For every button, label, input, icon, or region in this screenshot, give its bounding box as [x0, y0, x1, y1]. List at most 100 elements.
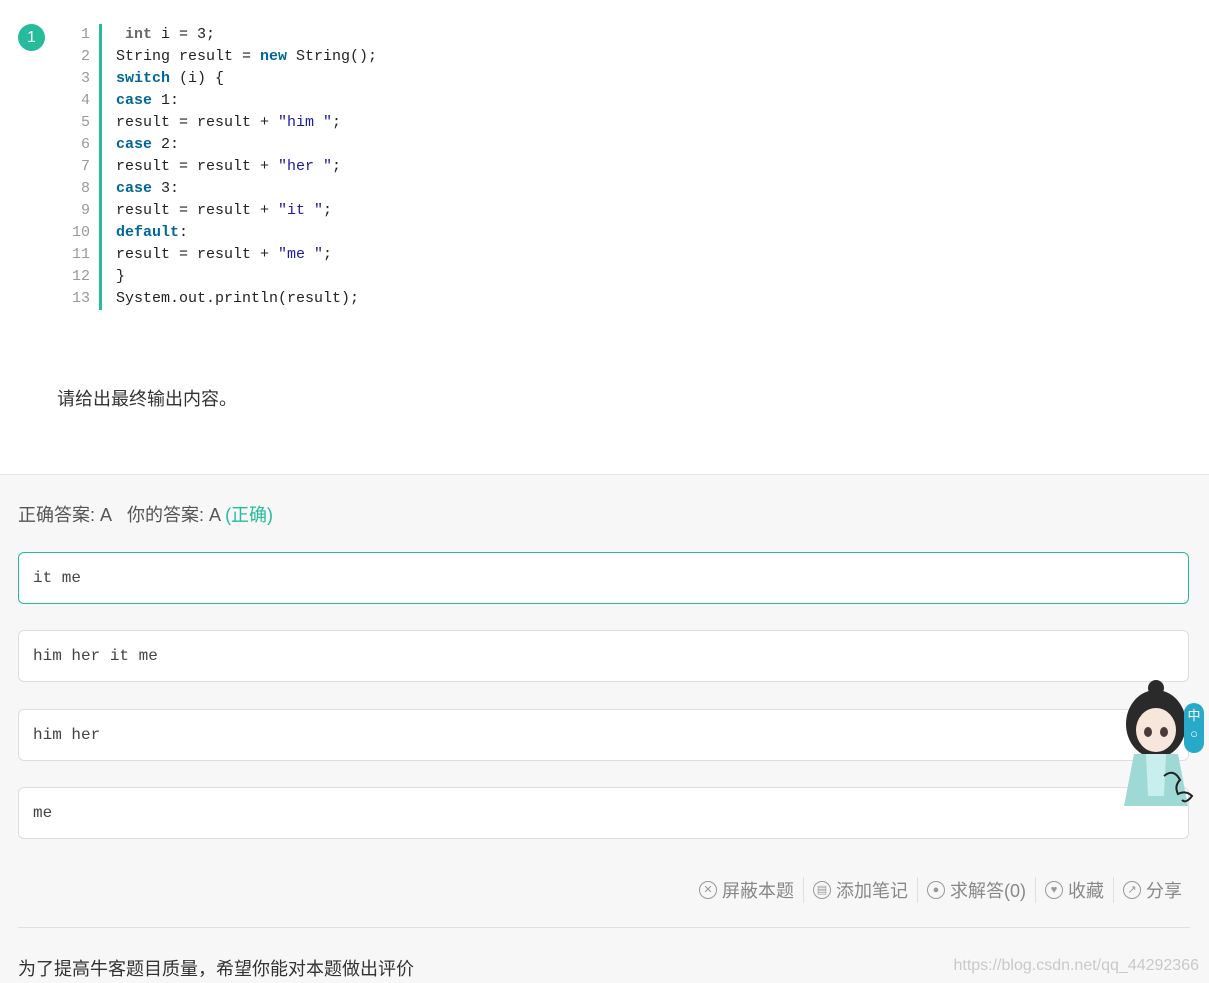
evaluation-prompt: 为了提高牛客题目质量，希望你能对本题做出评价: [18, 959, 414, 979]
dot-icon: ○: [1190, 726, 1198, 741]
code-line: 12}: [60, 266, 377, 288]
code-token: case: [116, 180, 153, 197]
ask-answer-label: 求解答(0): [950, 881, 1026, 901]
code-text: default:: [102, 222, 188, 244]
question-prompt: 请给出最终输出内容。: [57, 389, 237, 409]
language-label: 中: [1187, 708, 1201, 723]
code-line: 8 case 3:: [60, 178, 377, 200]
code-text: case 3:: [102, 178, 179, 200]
code-text: result = result + "him ";: [102, 112, 341, 134]
code-text: System.out.println(result);: [102, 288, 359, 310]
add-note-button[interactable]: ▤ 添加笔记: [803, 877, 917, 903]
code-line: 2 String result = new String();: [60, 46, 377, 68]
share-icon: ↗: [1123, 881, 1141, 899]
correct-answer-label: 正确答案: A: [18, 505, 113, 525]
code-line: 1 int i = 3;: [60, 24, 377, 46]
code-token: "it ": [278, 202, 324, 219]
heart-icon: ♥: [1045, 881, 1063, 899]
section-divider: [18, 927, 1190, 928]
code-token: 2:: [152, 136, 180, 153]
code-text: result = result + "me ";: [102, 244, 332, 266]
code-token: ;: [323, 202, 333, 219]
line-number: 11: [60, 244, 102, 266]
code-text: case 1:: [102, 90, 179, 112]
line-number: 12: [60, 266, 102, 288]
code-token: ;: [332, 158, 342, 175]
code-token: ;: [323, 246, 333, 263]
code-token: result = result +: [116, 114, 279, 131]
favorite-button[interactable]: ♥ 收藏: [1035, 877, 1113, 903]
block-question-button[interactable]: ✕ 屏蔽本题: [690, 877, 803, 903]
code-token: "her ": [278, 158, 333, 175]
code-token: new: [260, 48, 288, 65]
block-question-label: 屏蔽本题: [722, 881, 794, 901]
line-number: 2: [60, 46, 102, 68]
code-line: 4 case 1:: [60, 90, 377, 112]
add-note-label: 添加笔记: [836, 881, 908, 901]
line-number: 6: [60, 134, 102, 156]
your-answer-label: 你的答案: A: [127, 505, 221, 525]
code-token: System.out.println(result);: [116, 290, 360, 307]
code-token: "me ": [278, 246, 324, 263]
code-text: case 2:: [102, 134, 179, 156]
code-text: String result = new String();: [102, 46, 377, 68]
line-number: 1: [60, 24, 102, 46]
answer-panel: 正确答案: A 你的答案: A (正确) it me him her it me…: [0, 474, 1209, 983]
line-number: 3: [60, 68, 102, 90]
code-line: 10 default:: [60, 222, 377, 244]
code-text: switch (i) {: [102, 68, 224, 90]
option-c[interactable]: him her: [18, 709, 1189, 761]
answer-result: 正确答案: A 你的答案: A (正确): [18, 501, 273, 527]
line-number: 7: [60, 156, 102, 178]
code-text: result = result + "it ";: [102, 200, 332, 222]
chat-bubble-icon: ●: [927, 881, 945, 899]
code-token: "him ": [278, 114, 333, 131]
favorite-label: 收藏: [1068, 881, 1104, 901]
code-line: 11 result = result + "me ";: [60, 244, 377, 266]
option-b[interactable]: him her it me: [18, 630, 1189, 682]
code-line: 3 switch (i) {: [60, 68, 377, 90]
code-text: result = result + "her ";: [102, 156, 341, 178]
line-number: 9: [60, 200, 102, 222]
code-token: 1:: [152, 92, 180, 109]
code-line: 5 result = result + "him ";: [60, 112, 377, 134]
ask-answer-button[interactable]: ● 求解答(0): [917, 877, 1035, 903]
code-token: String();: [287, 48, 378, 65]
code-token: String result =: [116, 48, 261, 65]
code-token: result = result +: [116, 158, 279, 175]
code-text: int i = 3;: [102, 24, 215, 46]
code-token: case: [116, 136, 153, 153]
code-line: 6 case 2:: [60, 134, 377, 156]
book-icon: ▤: [813, 881, 831, 899]
line-number: 5: [60, 112, 102, 134]
option-a[interactable]: it me: [18, 552, 1189, 604]
share-label: 分享: [1146, 881, 1182, 901]
code-token: switch: [116, 70, 171, 87]
line-number: 13: [60, 288, 102, 310]
line-number: 10: [60, 222, 102, 244]
code-line: 13 System.out.println(result);: [60, 288, 377, 310]
line-number: 8: [60, 178, 102, 200]
code-token: case: [116, 92, 153, 109]
code-text: }: [102, 266, 125, 288]
question-number-badge: 1: [18, 24, 45, 51]
line-number: 4: [60, 90, 102, 112]
code-token: default: [116, 224, 180, 241]
code-token: result = result +: [116, 246, 279, 263]
code-token: ;: [332, 114, 342, 131]
share-button[interactable]: ↗ 分享: [1113, 877, 1191, 903]
code-token: 3:: [152, 180, 180, 197]
watermark: https://blog.csdn.net/qq_44292366: [953, 957, 1199, 974]
language-switch-tab[interactable]: 中 ○: [1184, 703, 1204, 753]
code-block: 1 int i = 3; 2 String result = new String(…: [60, 24, 377, 310]
answer-status: (正确): [225, 505, 274, 525]
code-token: :: [179, 224, 189, 241]
code-token: (i) {: [170, 70, 225, 87]
code-token: }: [116, 268, 126, 285]
code-token: result = result +: [116, 202, 279, 219]
option-d[interactable]: me: [18, 787, 1189, 839]
question-actions: ✕ 屏蔽本题 ▤ 添加笔记 ● 求解答(0) ♥ 收藏 ↗ 分享: [690, 877, 1191, 903]
code-line: 9 result = result + "it ";: [60, 200, 377, 222]
code-token: int: [125, 26, 153, 43]
